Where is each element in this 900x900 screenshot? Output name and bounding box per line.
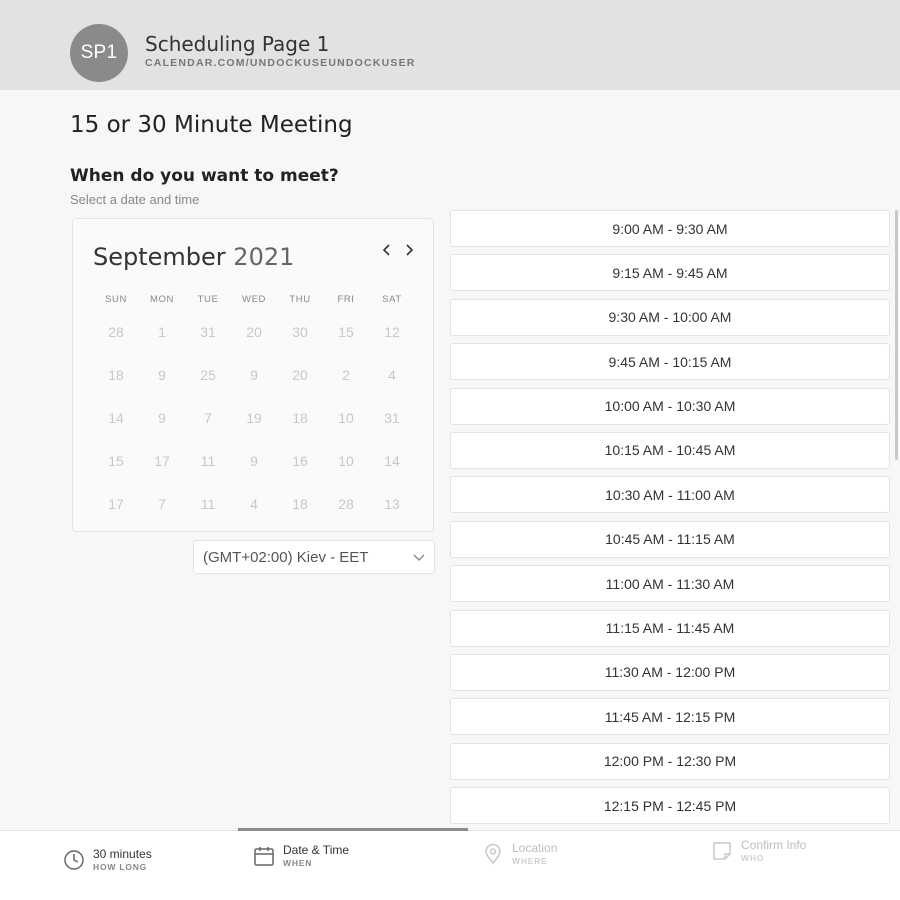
- time-slot-button[interactable]: 10:00 AM - 10:30 AM: [450, 387, 890, 425]
- time-slot-button[interactable]: 11:45 AM - 12:15 PM: [450, 698, 890, 736]
- time-slot-button[interactable]: 11:15 AM - 11:45 AM: [450, 609, 890, 647]
- calendar-day: 10: [338, 453, 354, 469]
- calendar-day: 11: [200, 453, 216, 469]
- calendar-day: 17: [154, 453, 170, 469]
- meeting-title: 15 or 30 Minute Meeting: [70, 112, 353, 138]
- when-question: When do you want to meet?: [70, 166, 339, 186]
- step-footer: 30 minutes HOW LONG Date & Time WHEN Loc…: [0, 828, 900, 900]
- weekday-header: MON: [150, 294, 174, 305]
- calendar-day: 9: [158, 410, 166, 426]
- calendar-day: 9: [250, 453, 258, 469]
- next-month-button[interactable]: [401, 241, 417, 262]
- calendar-day: 12: [384, 324, 400, 340]
- calendar-grid: SUN MON TUE WED THU FRI SAT 28 1 31 20 30 15 12 18 9 25 9…: [93, 289, 415, 526]
- calendar-day: 15: [108, 453, 124, 469]
- calendar-day: 18: [292, 496, 308, 512]
- calendar-day: 16: [292, 453, 308, 469]
- step-label: Date & Time: [283, 843, 350, 857]
- calendar-day: 1: [158, 324, 166, 340]
- calendar-day: 20: [292, 367, 308, 383]
- page-header: SP1 Scheduling Page 1 CALENDAR.COM/UNDOC…: [0, 0, 900, 90]
- time-slot-button[interactable]: 11:00 AM - 11:30 AM: [450, 565, 890, 603]
- time-slot-button[interactable]: 9:30 AM - 10:00 AM: [450, 298, 890, 336]
- calendar-day: 9: [158, 367, 166, 383]
- step-where[interactable]: Location WHERE: [482, 841, 557, 867]
- location-pin-icon: [485, 843, 501, 865]
- calendar-day: 31: [384, 410, 400, 426]
- step-label: 30 minutes: [93, 847, 152, 861]
- calendar-day: 28: [338, 496, 354, 512]
- calendar-icon: [254, 847, 274, 866]
- time-slot-button[interactable]: 9:15 AM - 9:45 AM: [450, 254, 890, 292]
- calendar-day: 10: [338, 410, 354, 426]
- time-slot-button[interactable]: 9:00 AM - 9:30 AM: [450, 210, 890, 247]
- avatar: SP1: [70, 24, 128, 82]
- weekday-header: THU: [289, 294, 311, 305]
- calendar-day: 20: [246, 324, 262, 340]
- chevron-left-icon: [382, 244, 390, 256]
- calendar-day: 14: [384, 453, 400, 469]
- step-sublabel: WHEN: [283, 858, 313, 868]
- calendar-day: 9: [250, 367, 258, 383]
- step-sublabel: WHERE: [512, 856, 548, 866]
- calendar: September 2021 SUN MON TUE WED THU FRI SAT 28 1 3…: [72, 218, 434, 532]
- time-slot-button[interactable]: 10:45 AM - 11:15 AM: [450, 520, 890, 558]
- calendar-day: 30: [292, 324, 308, 340]
- time-slot-button[interactable]: 12:15 PM - 12:45 PM: [450, 787, 890, 825]
- calendar-day: 7: [204, 410, 212, 426]
- calendar-day: 28: [108, 324, 124, 340]
- time-slot-button[interactable]: 12:00 PM - 12:30 PM: [450, 742, 890, 780]
- calendar-day: 18: [108, 367, 124, 383]
- calendar-day: 19: [246, 410, 262, 426]
- step-sublabel: HOW LONG: [93, 862, 148, 872]
- calendar-day: 25: [200, 367, 216, 383]
- calendar-month: September: [93, 243, 226, 271]
- note-icon: [713, 842, 731, 860]
- scheduling-page-title: Scheduling Page 1: [145, 32, 330, 56]
- step-progress-indicator: [238, 828, 468, 831]
- select-date-subtext: Select a date and time: [70, 192, 200, 207]
- time-slot-button[interactable]: 10:30 AM - 11:00 AM: [450, 476, 890, 514]
- calendar-day: 4: [250, 496, 258, 512]
- weekday-header: SUN: [105, 294, 127, 305]
- scrollbar-thumb[interactable]: [895, 210, 898, 460]
- time-slot-button[interactable]: 11:30 AM - 12:00 PM: [450, 653, 890, 691]
- time-slot-scrollbar[interactable]: [895, 210, 899, 830]
- timezone-select[interactable]: (GMT+02:00) Kiev - EET: [193, 540, 435, 574]
- clock-icon: [64, 850, 84, 870]
- weekday-header: TUE: [197, 294, 219, 305]
- calendar-day: 31: [200, 324, 216, 340]
- calendar-day: 18: [292, 410, 308, 426]
- step-when[interactable]: Date & Time WHEN: [253, 843, 349, 869]
- chevron-down-icon: [412, 547, 426, 570]
- calendar-day: 14: [108, 410, 124, 426]
- timezone-value: (GMT+02:00) Kiev - EET: [203, 548, 369, 566]
- calendar-day: 7: [158, 496, 166, 512]
- step-sublabel: WHO: [741, 853, 765, 863]
- step-label: Location: [512, 841, 558, 855]
- calendar-day: 13: [384, 496, 400, 512]
- chevron-right-icon: [406, 244, 414, 256]
- step-who[interactable]: Confirm Info WHO: [711, 838, 806, 864]
- prev-month-button[interactable]: [379, 241, 395, 262]
- calendar-day: 11: [200, 496, 216, 512]
- weekday-header: SAT: [382, 294, 402, 305]
- calendar-year: 2021: [233, 243, 295, 271]
- calendar-day: 17: [108, 496, 124, 512]
- scheduling-page-url: CALENDAR.COM/UNDOCKUSEUNDOCKUSER: [145, 57, 416, 69]
- step-label: Confirm Info: [741, 838, 807, 852]
- time-slot-button[interactable]: 10:15 AM - 10:45 AM: [450, 431, 890, 469]
- calendar-day: 4: [388, 367, 396, 383]
- calendar-day: 15: [338, 324, 354, 340]
- weekday-header: WED: [242, 294, 266, 305]
- calendar-month-year: September 2021: [93, 243, 294, 271]
- time-slot-button[interactable]: 9:45 AM - 10:15 AM: [450, 343, 890, 381]
- weekday-header: FRI: [337, 294, 355, 305]
- time-slot-list: 9:00 AM - 9:30 AM 9:15 AM - 9:45 AM 9:30 A…: [450, 210, 890, 831]
- calendar-day: 2: [342, 367, 350, 383]
- step-how-long[interactable]: 30 minutes HOW LONG: [63, 847, 152, 873]
